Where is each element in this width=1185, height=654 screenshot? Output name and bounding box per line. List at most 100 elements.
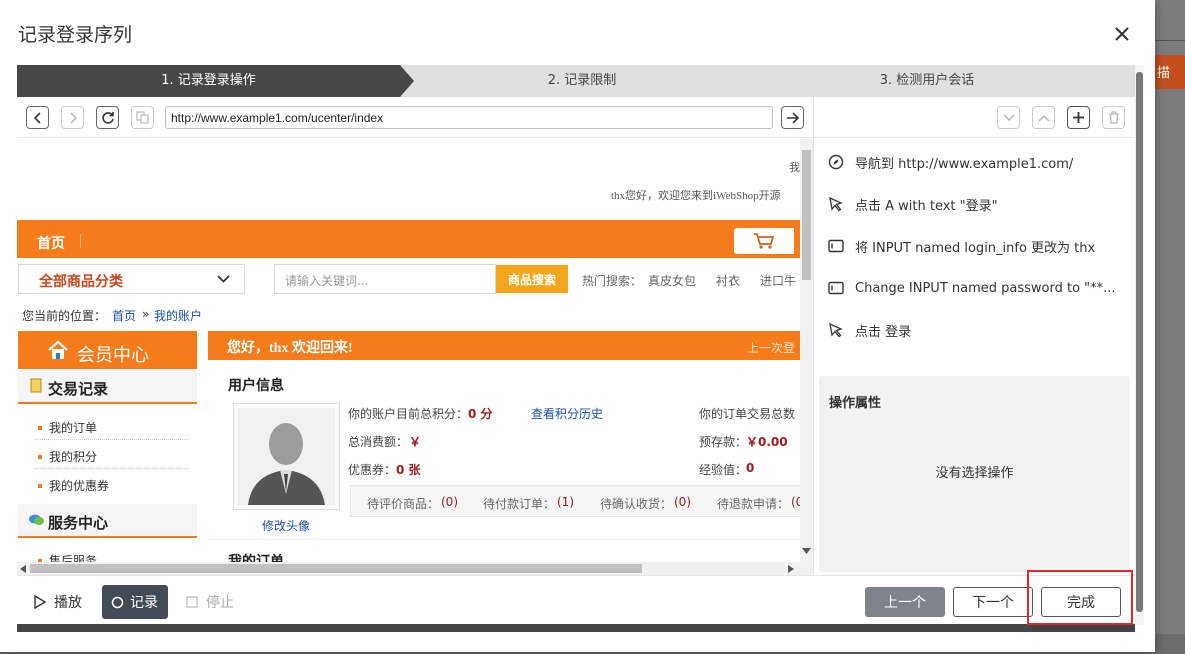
- play-icon: [34, 595, 47, 609]
- properties-title: 操作属性: [829, 396, 882, 411]
- move-up-button[interactable]: [1032, 106, 1055, 129]
- operation-properties-panel: 操作属性 没有选择操作: [819, 376, 1130, 572]
- previous-button[interactable]: 上一个: [865, 587, 945, 617]
- exp-value: 0: [746, 461, 755, 475]
- cart-button[interactable]: [734, 228, 794, 254]
- pending-pay-label[interactable]: 待付款订单：: [483, 495, 555, 512]
- forward-button[interactable]: [61, 106, 84, 129]
- reload-button[interactable]: [96, 106, 119, 129]
- input-box-icon: [828, 239, 844, 253]
- sidebar-item-my-points[interactable]: 我的积分: [49, 448, 97, 465]
- house-icon: [48, 340, 68, 359]
- edit-avatar-link[interactable]: 修改头像: [262, 517, 310, 534]
- greeting-text: 您好，thx 欢迎回来!: [227, 341, 353, 356]
- operation-text: 点击 A with text "登录": [855, 198, 998, 214]
- hot-search-link[interactable]: 衬衣: [716, 272, 740, 289]
- coupon-label: 优惠券：: [348, 463, 397, 477]
- play-button[interactable]: 播放: [33, 587, 82, 617]
- chevron-up-icon: [1037, 114, 1050, 122]
- reload-icon: [101, 111, 114, 124]
- cursor-icon: [829, 322, 843, 338]
- stop-button[interactable]: 停止: [186, 587, 234, 617]
- pending-review-label[interactable]: 待评价商品：: [367, 495, 439, 512]
- step-record-limits: 2. 记录限制: [547, 73, 617, 88]
- copy-icon: [136, 111, 149, 124]
- operation-item[interactable]: 点击 A with text "登录": [828, 194, 1118, 214]
- pending-refund-count: (0: [791, 495, 800, 509]
- chevron-down-icon: [1002, 113, 1015, 121]
- play-label: 播放: [54, 595, 82, 611]
- breadcrumb-current-link[interactable]: 我的账户: [154, 307, 202, 324]
- cursor-icon: [829, 196, 843, 212]
- dialog-scrollbar-thumb[interactable]: [1136, 72, 1143, 612]
- nav-home-link[interactable]: 首页: [37, 233, 65, 253]
- divider: [35, 439, 189, 440]
- pending-refund-label[interactable]: 待退款申请：: [717, 495, 789, 512]
- compass-icon: [828, 154, 844, 170]
- operation-text: 将 INPUT named login_info 更改为 thx: [855, 240, 1096, 256]
- points-history-link[interactable]: 查看积分历史: [531, 405, 603, 422]
- deposit-value: ￥0.00: [746, 435, 788, 449]
- operation-item[interactable]: Change INPUT named password to "**...: [828, 278, 1118, 298]
- copy-button[interactable]: [131, 106, 154, 129]
- operation-item[interactable]: 点击 登录: [828, 320, 1118, 340]
- chevron-right-icon: [69, 111, 77, 124]
- site-search-button[interactable]: 商品搜索: [496, 265, 568, 293]
- back-button[interactable]: [26, 106, 49, 129]
- next-button[interactable]: 下一个: [953, 587, 1033, 617]
- hot-search-link[interactable]: 真皮女包: [648, 272, 696, 289]
- record-button[interactable]: 记录: [102, 585, 168, 619]
- properties-empty-text: 没有选择操作: [935, 466, 1014, 481]
- chat-icon: [29, 514, 44, 525]
- operation-text: 导航到 http://www.example1.com/: [855, 156, 1074, 172]
- go-button[interactable]: [781, 106, 804, 129]
- breadcrumb-home-link[interactable]: 首页: [112, 307, 136, 324]
- hot-search-link[interactable]: 进口牛: [760, 272, 796, 289]
- user-info-title: 用户信息: [228, 378, 284, 394]
- footer-dark-bar: [17, 624, 1135, 632]
- pending-confirm-label[interactable]: 待确认收货：: [600, 495, 672, 512]
- webpage-vertical-scroll-thumb[interactable]: [802, 150, 811, 280]
- document-icon: [30, 378, 42, 393]
- hot-search-label: 热门搜索：: [582, 274, 643, 288]
- record-icon: [111, 596, 124, 608]
- webpage-viewport[interactable]: 我 thx您好，欢迎您来到iWebShop开源 首页 全部商品分类 请输入关键词…: [17, 139, 800, 562]
- chevron-left-icon: [33, 111, 41, 124]
- scroll-down-icon[interactable]: [802, 548, 811, 555]
- category-dropdown[interactable]: 全部商品分类: [18, 264, 245, 294]
- site-nav-bar: [17, 220, 800, 258]
- wizard-steps: 1. 记录登录操作 2. 记录限制 3. 检测用户会话: [17, 65, 1135, 97]
- done-button-highlight: [1027, 570, 1133, 625]
- arrow-right-icon: [786, 111, 799, 124]
- scroll-right-icon[interactable]: [788, 565, 794, 573]
- scroll-left-icon[interactable]: [20, 565, 26, 573]
- browser-toolbar: [17, 97, 813, 138]
- step-arrow: [400, 65, 414, 97]
- points-label: 你的账户目前总积分：: [348, 407, 469, 421]
- operation-item[interactable]: 导航到 http://www.example1.com/: [828, 152, 1118, 172]
- divider: [208, 539, 800, 540]
- close-button[interactable]: [1110, 22, 1134, 46]
- url-input[interactable]: [165, 106, 773, 129]
- add-operation-button[interactable]: [1067, 106, 1090, 129]
- welcome-text: thx您好，欢迎您来到iWebShop开源: [611, 190, 781, 202]
- site-search-input[interactable]: 请输入关键词...: [274, 264, 496, 294]
- sidebar-item-after-sales[interactable]: 售后服务: [49, 552, 97, 562]
- move-down-button[interactable]: [997, 106, 1020, 129]
- record-label: 记录: [130, 595, 158, 611]
- coupon-value: 0 张: [396, 463, 421, 477]
- cart-icon: [754, 233, 775, 249]
- user-avatar-icon: [238, 408, 335, 505]
- delete-operation-button[interactable]: [1102, 106, 1125, 129]
- webpage-horizontal-scroll-thumb[interactable]: [30, 564, 642, 573]
- sidebar-item-my-orders[interactable]: 我的订单: [49, 419, 97, 436]
- sidebar-item-my-coupons[interactable]: 我的优惠券: [49, 477, 109, 494]
- step-check-session: 3. 检测用户会话: [879, 73, 975, 88]
- sidebar-section-title: 服务中心: [48, 514, 109, 532]
- avatar: [233, 403, 340, 510]
- search-placeholder: 请输入关键词...: [285, 274, 369, 288]
- spend-label: 总消费额：: [348, 435, 409, 449]
- operation-item[interactable]: 将 INPUT named login_info 更改为 thx: [828, 236, 1118, 256]
- points-value: 0 分: [468, 407, 493, 421]
- member-center-title: 会员中心: [77, 345, 149, 366]
